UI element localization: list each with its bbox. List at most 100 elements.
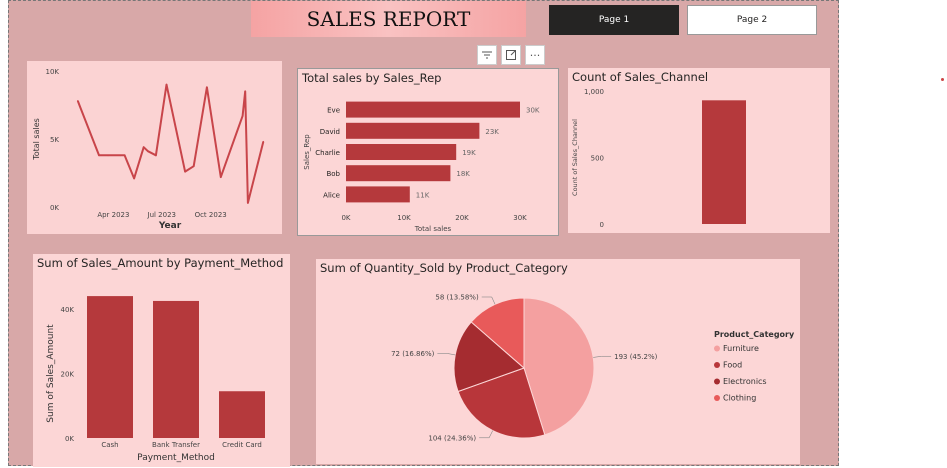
edge-marker [941, 78, 944, 81]
x-tick-label: Jul 2023 [147, 211, 177, 219]
leader-line [488, 430, 493, 438]
x-tick-label: Oct 2023 [195, 211, 227, 219]
y-tick-label: 10K [46, 68, 60, 76]
y-axis-label: Total sales [32, 118, 41, 161]
line-point [184, 170, 186, 173]
bar [346, 144, 457, 160]
x-tick-label: 20K [455, 214, 469, 222]
x-tick-label: 30K [513, 214, 527, 222]
y-tick-label: 1,000 [584, 88, 604, 96]
data-label: 19K [462, 149, 476, 157]
x-axis-label: Total sales [414, 225, 452, 233]
bar [346, 165, 451, 182]
category-label: Eve [327, 107, 340, 115]
data-label: 23K [485, 128, 499, 136]
bar [153, 300, 199, 438]
line-point [147, 150, 149, 153]
data-label: 11K [416, 191, 430, 199]
y-tick-label: 0K [50, 204, 59, 212]
bar [219, 391, 265, 438]
sales-channel-chart-svg: 0 500 1,000 Count of Sales_Channel [571, 88, 746, 229]
data-label: 30K [526, 107, 540, 115]
line-point [98, 154, 100, 157]
y-tick-label: 0 [600, 221, 604, 229]
pie-chart-svg: 193 (45.2%) 104 (24.36%) 72 (16.86%) 58 (13… [391, 293, 795, 442]
y-axis-label: Sum of Sales_Amount [46, 324, 56, 423]
line-point [206, 86, 208, 89]
line-point [76, 100, 79, 102]
y-axis-label: Count of Sales_Channel [571, 119, 579, 196]
legend-label: Clothing [723, 394, 756, 403]
line-point [244, 90, 247, 93]
leader-line [593, 355, 602, 358]
line-point [165, 83, 168, 86]
y-tick-label: 0K [65, 435, 74, 443]
page-2-button[interactable]: Page 2 [687, 5, 817, 35]
data-label: 193 (45.2%) [614, 353, 658, 361]
line-point [262, 140, 265, 143]
filter-icon[interactable] [477, 45, 497, 65]
legend-label: Food [723, 361, 742, 370]
data-label: 104 (24.36%) [428, 434, 476, 442]
bar [346, 186, 410, 203]
leader-line [491, 296, 496, 305]
sales-rep-chart-svg: Eve 30K David 23K Charlie 19K Bob 18K Alice 11K 0K… [303, 101, 540, 233]
leader-line [447, 353, 456, 356]
data-label: 58 (13.58%) [435, 293, 479, 301]
bar [346, 122, 480, 139]
category-label: David [320, 128, 340, 136]
y-tick-label: 500 [591, 155, 604, 163]
legend-label: Electronics [723, 377, 767, 386]
bar [346, 101, 520, 118]
y-tick-label: 5K [50, 136, 59, 144]
line-point [247, 202, 249, 204]
sales-line [76, 83, 265, 204]
line-point [123, 154, 126, 157]
line-point [192, 165, 195, 167]
x-axis-label: Payment_Method [137, 453, 215, 463]
page-1-button[interactable]: Page 1 [549, 5, 679, 35]
sales-channel-count-chart[interactable]: Count of Sales_Channel 0 500 1,000 Count of… [568, 68, 830, 233]
line-point [142, 146, 145, 148]
x-tick-label: Apr 2023 [97, 211, 129, 219]
line-point [79, 105, 81, 108]
line-point [133, 177, 135, 180]
category-label: Cash [101, 441, 118, 449]
legend-marker [714, 378, 720, 385]
x-tick-label: 0K [341, 214, 350, 222]
line-point [219, 176, 222, 178]
bar [87, 296, 133, 438]
sales-rep-bar-chart[interactable]: Total sales by Sales_Rep Eve 30K David 23K C… [297, 68, 559, 236]
line-point [241, 115, 244, 117]
line-point [91, 136, 93, 139]
data-label: 18K [456, 170, 470, 178]
line-chart-svg: 0K 5K 10K Apr 2023 Jul 2023 Oct 2023 Year Total… [32, 68, 265, 231]
total-sales-line-chart[interactable]: 0K 5K 10K Apr 2023 Jul 2023 Oct 2023 Year Total… [27, 61, 282, 234]
category-label: Charlie [315, 149, 340, 157]
payment-method-bar-chart[interactable]: Sum of Sales_Amount by Payment_Method 0K… [33, 254, 290, 467]
more-options-icon[interactable]: ··· [525, 45, 545, 65]
legend-marker [714, 362, 720, 368]
line-point [119, 154, 122, 157]
line-point [107, 154, 109, 157]
y-tick-label: 20K [61, 371, 75, 379]
visual-toolbar: ··· [477, 45, 545, 65]
payment-method-chart-svg: 0K 20K 40K Cash Bank Transfer Credit Card Paym… [46, 296, 265, 463]
y-axis-label: Sales_Rep [303, 134, 311, 170]
category-label: Bob [326, 170, 340, 178]
legend-marker [714, 345, 720, 352]
legend-title: Product_Category [714, 330, 795, 339]
legend-label: Furniture [723, 344, 759, 353]
focus-mode-icon[interactable] [501, 45, 521, 65]
data-label: 72 (16.86%) [391, 350, 435, 358]
category-label: Alice [323, 191, 340, 199]
bar [702, 100, 746, 224]
category-label: Bank Transfer [152, 441, 200, 449]
legend-marker [714, 395, 720, 401]
report-title: SALES REPORT [251, 1, 526, 37]
category-label: Credit Card [222, 441, 262, 449]
x-tick-label: 10K [397, 214, 411, 222]
product-category-pie-chart[interactable]: Sum of Quantity_Sold by Product_Category… [316, 259, 800, 464]
x-axis-label: Year [158, 221, 182, 231]
report-canvas: SALES REPORT Page 1 Page 2 ··· 0K 5K 10K Ap… [8, 0, 839, 467]
